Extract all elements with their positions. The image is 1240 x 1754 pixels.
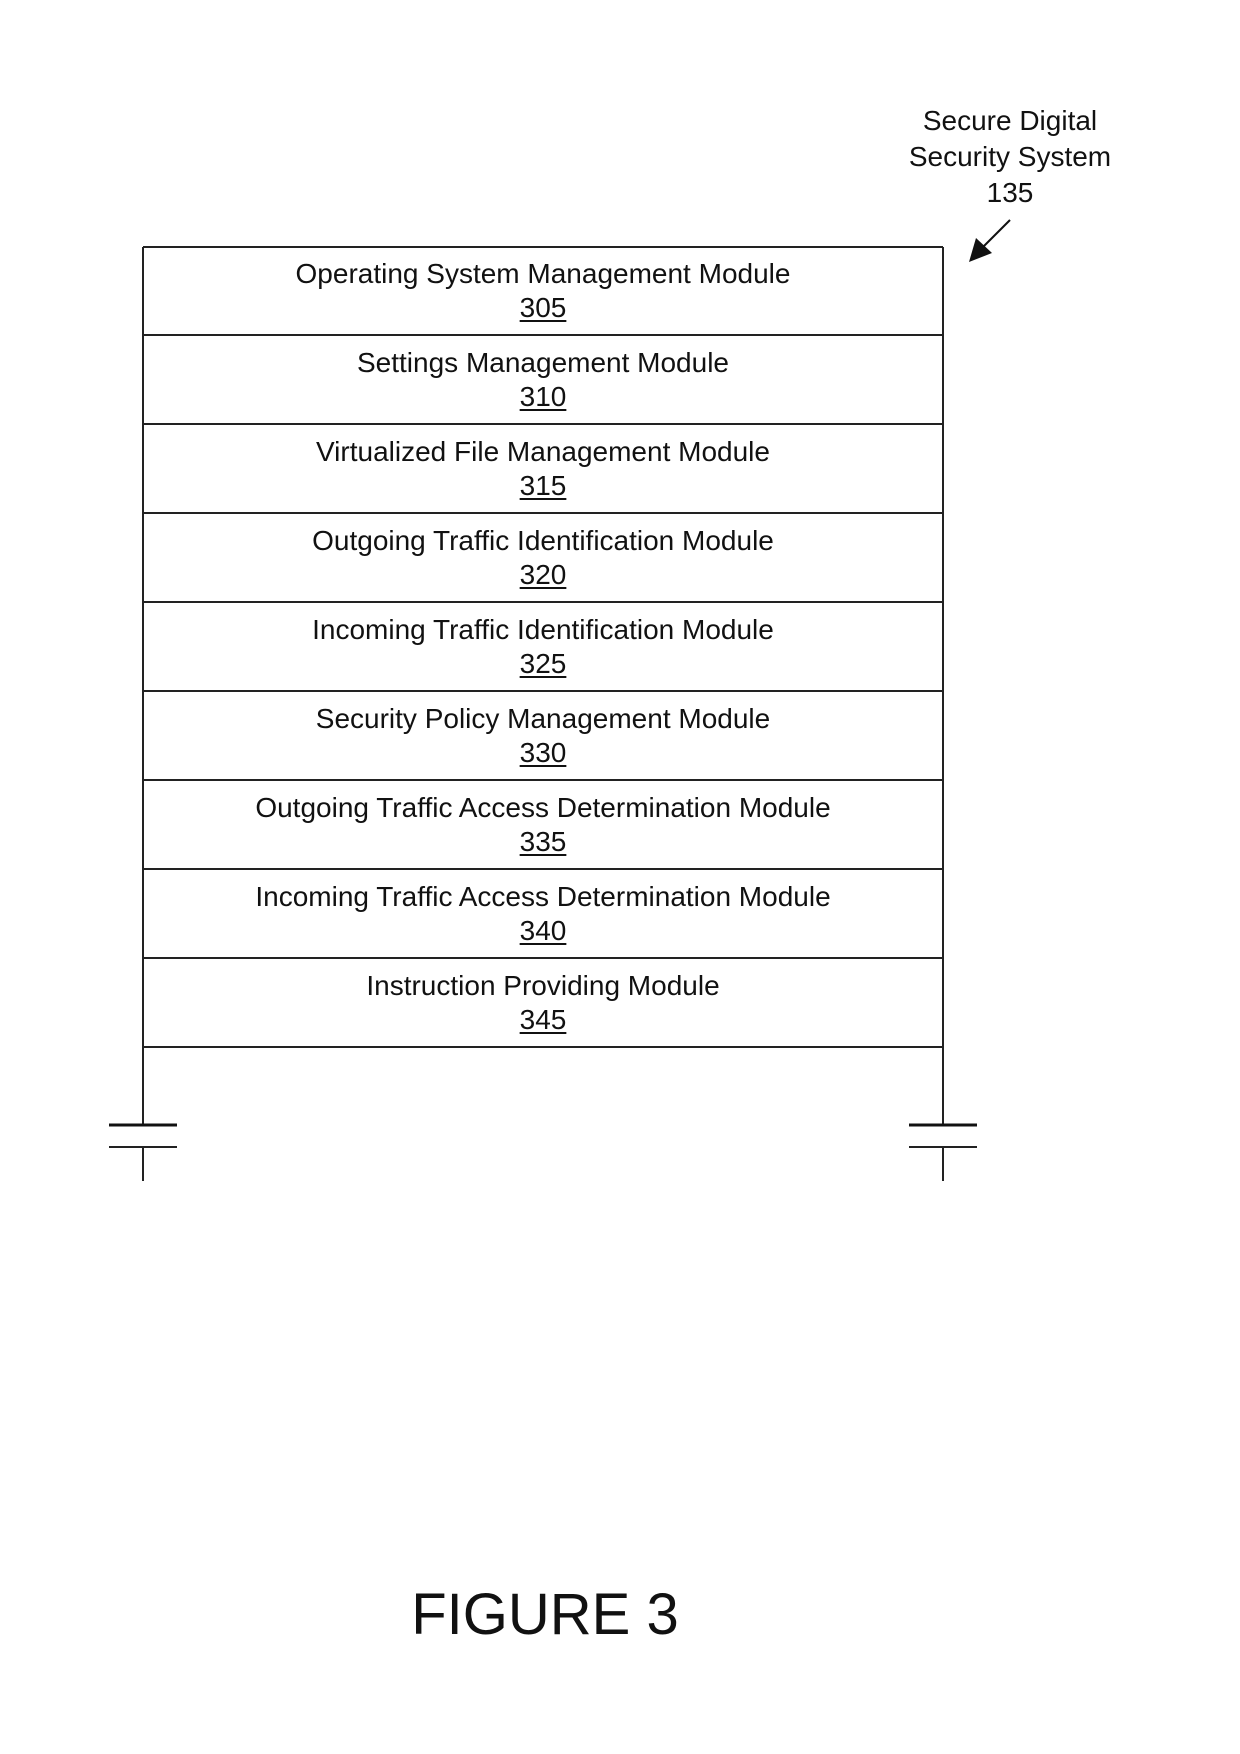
module-box: Outgoing Traffic Access Determination Mo… [143,781,943,870]
module-name: Virtualized File Management Module [316,436,770,467]
module-ref: 310 [519,381,567,412]
module-name: Incoming Traffic Identification Module [312,614,774,645]
module-ref: 315 [519,470,567,501]
module-name: Outgoing Traffic Access Determination Mo… [255,792,831,823]
figure-title: FIGURE 3 [411,1582,679,1647]
module-box: Virtualized File Management Module 315 [143,425,943,514]
module-name: Operating System Management Module [295,258,791,289]
module-ref: 345 [519,1004,567,1035]
module-box: Security Policy Management Module 330 [143,692,943,781]
module-name: Outgoing Traffic Identification Module [312,525,774,556]
module-ref: 320 [519,559,567,590]
module-name: Instruction Providing Module [366,970,720,1001]
pointer-arrow-icon [969,219,1011,262]
module-ref: 325 [519,648,567,679]
module-ref: 335 [519,826,567,857]
module-name: Settings Management Module [357,347,729,378]
module-ref: 330 [519,737,567,768]
module-name: Incoming Traffic Access Determination Mo… [255,881,831,912]
module-box: Incoming Traffic Identification Module 32… [143,603,943,692]
module-box: Settings Management Module 310 [143,336,943,425]
module-box: Operating System Management Module 305 [143,247,943,336]
module-box: Outgoing Traffic Identification Module 32… [143,514,943,603]
module-stack: Operating System Management Module 305 Set… [143,247,943,1048]
module-ref: 340 [519,915,567,946]
module-name: Security Policy Management Module [315,703,771,734]
module-box: Instruction Providing Module 345 [143,959,943,1048]
module-ref: 305 [519,292,567,323]
module-box: Incoming Traffic Access Determination Mo… [143,870,943,959]
